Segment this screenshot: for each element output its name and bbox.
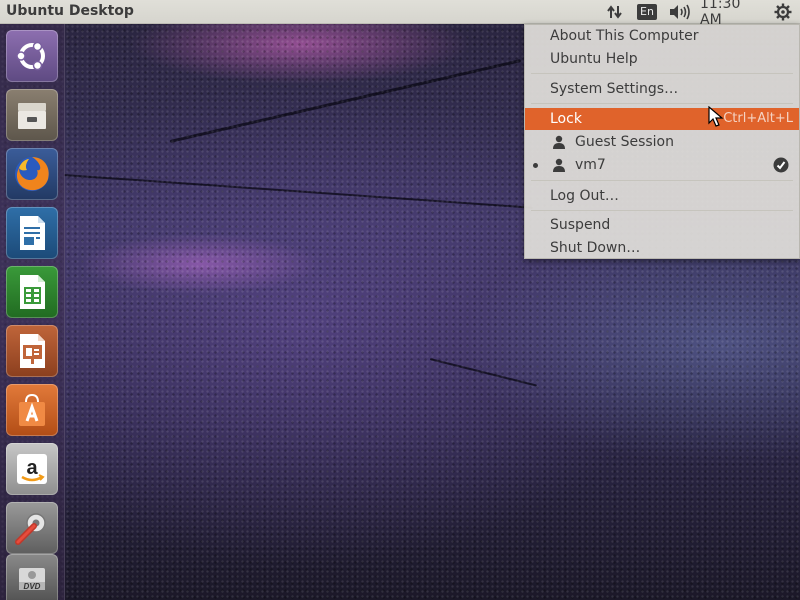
calc-button[interactable] bbox=[6, 266, 58, 318]
ubuntu-logo-icon bbox=[16, 41, 45, 71]
keyboard-layout-label: En bbox=[637, 4, 657, 20]
settings-tools-icon bbox=[15, 513, 46, 545]
current-session-dot-icon bbox=[533, 163, 538, 168]
menu-item-user-guest[interactable]: Guest Session bbox=[525, 131, 799, 153]
menu-separator bbox=[531, 73, 793, 74]
dvd-drive-icon: DVD bbox=[19, 568, 45, 591]
menu-item-user-vm7[interactable]: vm7 bbox=[525, 154, 799, 176]
system-settings-button[interactable] bbox=[6, 502, 58, 554]
user-icon bbox=[553, 158, 565, 172]
menu-separator bbox=[531, 180, 793, 181]
mouse-cursor-icon bbox=[708, 106, 724, 127]
menu-separator bbox=[531, 103, 793, 104]
top-panel: Ubuntu Desktop En 11:30 AM bbox=[0, 0, 800, 28]
software-bag-icon bbox=[19, 393, 45, 426]
amazon-button[interactable]: a bbox=[6, 443, 58, 495]
dvd-button[interactable]: DVD bbox=[6, 554, 58, 600]
wallpaper-crack bbox=[169, 59, 522, 143]
menu-item-shut-down[interactable]: Shut Down… bbox=[525, 237, 799, 259]
impress-button[interactable] bbox=[6, 325, 58, 377]
lock-shortcut: Ctrl+Alt+L bbox=[723, 111, 793, 126]
window-title: Ubuntu Desktop bbox=[6, 3, 134, 19]
firefox-icon bbox=[15, 157, 49, 191]
system-gear-icon[interactable] bbox=[772, 2, 794, 22]
amazon-icon: a bbox=[17, 454, 47, 484]
menu-item-suspend[interactable]: Suspend bbox=[525, 214, 799, 236]
wallpaper-crack bbox=[429, 358, 537, 387]
wallpaper-crack bbox=[63, 174, 533, 209]
writer-button[interactable] bbox=[6, 207, 58, 259]
writer-document-icon bbox=[20, 216, 45, 250]
firefox-button[interactable] bbox=[6, 148, 58, 200]
menu-item-system-settings[interactable]: System Settings… bbox=[525, 78, 799, 100]
user-icon bbox=[553, 135, 565, 149]
dash-home-button[interactable] bbox=[6, 30, 58, 82]
svg-text:DVD: DVD bbox=[24, 582, 41, 591]
menu-separator bbox=[531, 210, 793, 211]
menu-item-log-out[interactable]: Log Out… bbox=[525, 185, 799, 207]
files-button[interactable] bbox=[6, 89, 58, 141]
volume-icon[interactable] bbox=[667, 2, 691, 22]
impress-presentation-icon bbox=[20, 334, 45, 368]
menu-item-lock[interactable]: Lock Ctrl+Alt+L bbox=[525, 108, 799, 130]
file-cabinet-icon bbox=[18, 103, 46, 129]
clock[interactable]: 11:30 AM bbox=[700, 0, 766, 28]
keyboard-layout-indicator[interactable]: En bbox=[635, 2, 659, 22]
svg-text:a: a bbox=[26, 457, 38, 479]
menu-item-help[interactable]: Ubuntu Help bbox=[525, 48, 799, 70]
network-icon[interactable] bbox=[604, 2, 626, 22]
calc-spreadsheet-icon bbox=[20, 275, 45, 309]
software-button[interactable] bbox=[6, 384, 58, 436]
launcher: a DVD bbox=[0, 24, 65, 600]
menu-item-about[interactable]: About This Computer bbox=[525, 25, 799, 47]
session-menu: About This Computer Ubuntu Help System S… bbox=[524, 24, 800, 259]
checkmark-icon bbox=[773, 157, 789, 173]
